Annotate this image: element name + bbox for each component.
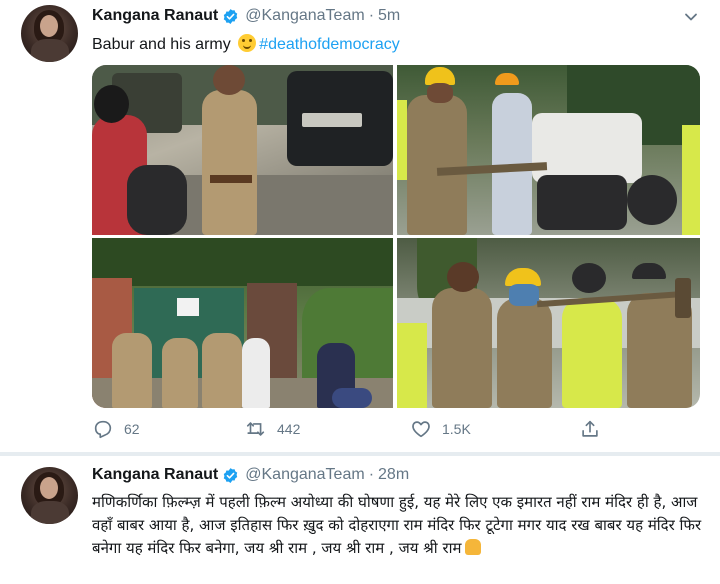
separator-dot: · <box>368 466 375 483</box>
retweet-count: 442 <box>277 421 301 437</box>
author-handle[interactable]: @KanganaTeam <box>245 7 364 25</box>
tweet-text-body: मणिकर्णिका फ़िल्म्ज़ में पहली फ़िल्म अयो… <box>92 493 702 557</box>
media-grid[interactable] <box>92 65 700 408</box>
tweet-text-main: Babur and his army <box>92 36 231 53</box>
tweet-2[interactable]: Kangana Ranaut @KanganaTeam · 28m मणिकर्… <box>0 455 720 584</box>
photo-4[interactable] <box>397 238 700 408</box>
photo-2[interactable] <box>397 65 700 235</box>
like-button[interactable]: 1.5K <box>410 418 471 440</box>
retweet-icon <box>246 422 265 436</box>
smile-emoji-icon <box>238 34 257 52</box>
photo-3[interactable] <box>92 238 393 408</box>
tweet-text: Babur and his army #deathofdemocracy <box>92 34 400 55</box>
author-name[interactable]: Kangana Ranaut <box>92 466 218 484</box>
timestamp[interactable]: 5m <box>378 7 400 25</box>
chevron-down-icon[interactable] <box>684 10 698 24</box>
heart-icon <box>412 421 430 438</box>
share-button[interactable] <box>579 418 611 440</box>
author-handle[interactable]: @KanganaTeam <box>245 466 364 484</box>
share-icon <box>582 420 598 437</box>
tweet-text: मणिकर्णिका फ़िल्म्ज़ में पहली फ़िल्म अयो… <box>92 491 704 560</box>
retweet-button[interactable]: 442 <box>245 418 300 440</box>
timestamp[interactable]: 28m <box>378 466 409 484</box>
verified-badge-icon <box>224 8 238 24</box>
like-count: 1.5K <box>442 421 471 437</box>
reply-icon <box>94 420 112 439</box>
avatar-face <box>40 15 58 37</box>
reply-button[interactable]: 62 <box>92 418 140 440</box>
avatar[interactable] <box>21 5 78 62</box>
avatar-body <box>31 39 69 62</box>
avatar[interactable] <box>21 467 78 524</box>
author-name[interactable]: Kangana Ranaut <box>92 7 218 25</box>
verified-badge-icon <box>224 467 238 483</box>
tweet-header: Kangana Ranaut @KanganaTeam · 5m <box>92 7 400 25</box>
hashtag-link[interactable]: #deathofdemocracy <box>259 36 400 53</box>
tweet-header: Kangana Ranaut @KanganaTeam · 28m <box>92 466 409 484</box>
avatar-face <box>40 477 58 499</box>
avatar-body <box>31 501 69 524</box>
photo-1[interactable] <box>92 65 393 235</box>
tweet-1[interactable]: Kangana Ranaut @KanganaTeam · 5m Babur a… <box>0 0 720 453</box>
reply-count: 62 <box>124 421 140 437</box>
separator-dot: · <box>368 7 375 24</box>
praying-hands-emoji-icon <box>465 539 482 555</box>
tweet-actions: 62 442 1.5K <box>92 418 692 446</box>
